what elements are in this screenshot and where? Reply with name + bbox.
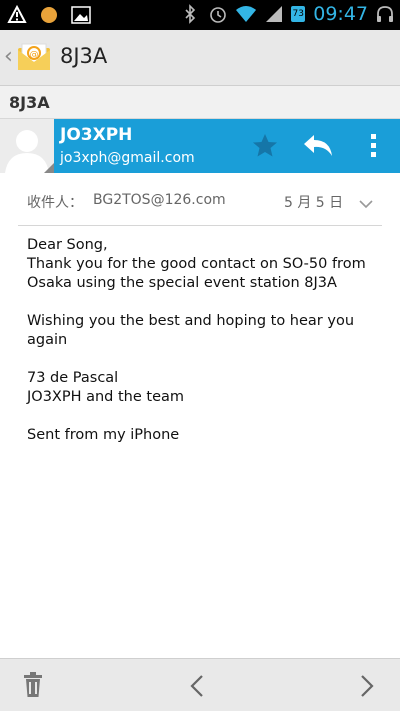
- body-line: JO3XPH and the team: [27, 389, 185, 405]
- sender-header[interactable]: JO3XPH jo3xph@gmail.com: [0, 119, 400, 173]
- chevron-down-icon[interactable]: [358, 195, 374, 209]
- star-icon[interactable]: [250, 131, 280, 161]
- body-line: Dear Song,: [27, 237, 108, 253]
- body-line: Sent from my iPhone: [27, 427, 180, 443]
- recipient-label: 收件人：: [27, 195, 83, 211]
- svg-text:@: @: [30, 50, 39, 60]
- recipient-address: BG2TOS@126.com: [93, 192, 226, 208]
- sender-email: jo3xph@gmail.com: [60, 150, 195, 166]
- battery-icon: 73: [291, 6, 306, 22]
- warning-icon: [6, 4, 28, 26]
- body-line: Wishing you the best and hoping to hear …: [27, 313, 355, 329]
- body-line: 73 de Pascal: [27, 370, 119, 386]
- body-line: Thank you for the good contact on SO-50 …: [27, 256, 366, 272]
- avatar[interactable]: [0, 119, 54, 173]
- overflow-menu-icon[interactable]: [364, 131, 384, 161]
- next-message-icon[interactable]: [358, 673, 376, 699]
- message-body: Dear Song, Thank you for the good contac…: [27, 236, 387, 445]
- action-bar: ‹ @ 8J3A: [0, 30, 400, 86]
- email-app-icon[interactable]: @: [15, 38, 53, 76]
- message-date: 5 月 5 日: [284, 195, 344, 211]
- bluetooth-icon: [179, 3, 201, 25]
- previous-message-icon[interactable]: [188, 673, 206, 699]
- alarm-icon: [207, 3, 229, 25]
- bottom-toolbar: [0, 658, 400, 711]
- sender-name: JO3XPH: [60, 125, 133, 145]
- status-left-icons: [6, 4, 92, 26]
- recipient-row[interactable]: 收件人： BG2TOS@126.com 5 月 5 日: [18, 186, 382, 226]
- action-bar-title: 8J3A: [60, 44, 108, 68]
- subject-bar: 8J3A: [0, 86, 400, 119]
- subject-text: 8J3A: [9, 93, 50, 112]
- trash-icon[interactable]: [22, 671, 44, 699]
- reply-icon[interactable]: [302, 131, 336, 161]
- body-line: again: [27, 332, 68, 348]
- signal-icon: [263, 3, 285, 25]
- body-line: Osaka using the special event station 8J…: [27, 275, 337, 291]
- status-right-icons: 73 09:47: [179, 3, 396, 25]
- back-chevron-icon[interactable]: ‹: [4, 44, 13, 69]
- wifi-icon: [235, 3, 257, 25]
- status-bar: 73 09:47: [0, 0, 400, 30]
- notification-dot-icon: [38, 4, 60, 26]
- status-time: 09:47: [313, 3, 368, 25]
- headset-icon: [374, 3, 396, 25]
- image-icon: [70, 4, 92, 26]
